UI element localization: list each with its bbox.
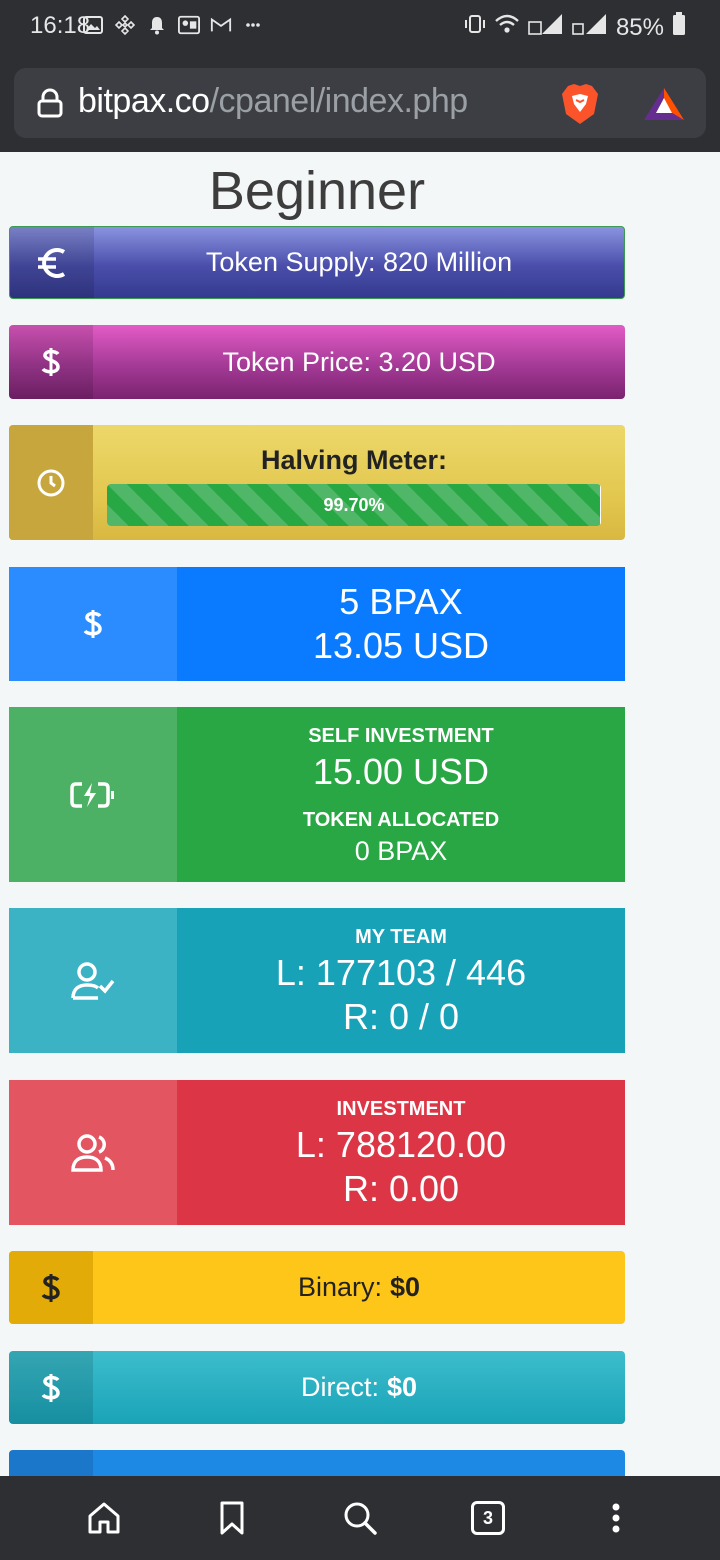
battery-charging-icon <box>9 707 177 882</box>
investment-right: R: 0.00 <box>342 1167 460 1209</box>
battery-text: 85% <box>615 13 664 41</box>
direct-text: Direct: $0 <box>93 1351 625 1424</box>
brave-shield-icon[interactable] <box>560 82 600 131</box>
bookmark-button[interactable] <box>202 1488 262 1548</box>
dollar-icon <box>9 567 177 681</box>
more-icon <box>242 14 264 36</box>
direct-label: Direct: <box>300 1372 379 1402</box>
sim-icon <box>178 14 200 36</box>
halving-progress-label: 99.70% <box>323 495 385 515</box>
browser-toolbar: bitpax.co/cpanel/index.php <box>0 54 720 152</box>
lock-icon <box>36 88 64 123</box>
my-team-values: MY TEAM L: 177103 / 446 R: 0 / 0 <box>177 908 625 1053</box>
euro-icon <box>10 227 94 298</box>
self-investment-heading: SELF INVESTMENT <box>308 724 494 747</box>
dollar-icon <box>9 325 93 399</box>
menu-button[interactable] <box>586 1488 646 1548</box>
system-icons: 85% <box>464 12 686 43</box>
user-check-icon <box>9 908 177 1053</box>
token-supply-label: Token Supply: 820 Million <box>205 247 513 277</box>
halving-title: Halving Meter: <box>260 445 448 475</box>
investment-values: INVESTMENT L: 788120.00 R: 0.00 <box>177 1080 625 1225</box>
users-icon <box>9 1080 177 1225</box>
wifi-icon <box>494 13 520 42</box>
search-button[interactable] <box>330 1488 390 1548</box>
my-team-left: L: 177103 / 446 <box>275 951 527 993</box>
gallery-icon <box>82 14 104 36</box>
signal-1-icon <box>528 12 564 43</box>
balance-usd: 13.05 USD <box>312 625 490 666</box>
tabs-button[interactable]: 3 <box>458 1488 518 1548</box>
signal-2-icon <box>572 12 608 43</box>
halving-content: Halving Meter: 99.70% <box>93 425 625 540</box>
url-text[interactable]: bitpax.co/cpanel/index.php <box>78 82 468 121</box>
search-icon <box>344 1502 377 1535</box>
url-path: /cpanel/index.php <box>209 82 469 120</box>
token-price-bar: Token Price: 3.20 USD <box>9 325 625 399</box>
balance-values: 5 BPAX 13.05 USD <box>177 567 625 681</box>
tabs-icon: 3 <box>471 1501 505 1535</box>
self-investment-box: SELF INVESTMENT 15.00 USD TOKEN ALLOCATE… <box>9 707 625 882</box>
my-team-box: MY TEAM L: 177103 / 446 R: 0 / 0 <box>9 908 625 1053</box>
token-supply-bar: Token Supply: 820 Million <box>9 226 625 299</box>
balance-bpax: 5 BPAX <box>339 581 463 622</box>
home-button[interactable] <box>74 1488 134 1548</box>
investment-heading: INVESTMENT <box>336 1097 466 1120</box>
investment-box: INVESTMENT L: 788120.00 R: 0.00 <box>9 1080 625 1225</box>
battery-icon <box>672 12 686 43</box>
balance-box: 5 BPAX 13.05 USD <box>9 567 625 681</box>
dollar-icon <box>9 1351 93 1424</box>
direct-value: $0 <box>386 1372 418 1402</box>
bell-icon <box>146 14 168 36</box>
direct-bar: Direct: $0 <box>9 1351 625 1424</box>
token-allocated-heading: TOKEN ALLOCATED <box>302 808 500 831</box>
token-price-label: Token Price: 3.20 USD <box>222 346 496 377</box>
tab-count: 3 <box>482 1507 493 1528</box>
my-team-heading: MY TEAM <box>355 925 447 948</box>
binary-bar: Binary: $0 <box>9 1251 625 1324</box>
page-title: Beginner <box>208 161 426 221</box>
token-allocated-value: 0 BPAX <box>354 835 448 866</box>
bookmark-icon <box>220 1501 244 1535</box>
gmail-icon <box>210 14 232 36</box>
home-icon <box>88 1502 120 1534</box>
binary-value: $0 <box>390 1272 421 1302</box>
binance-icon <box>114 14 136 36</box>
dollar-icon <box>9 1251 93 1324</box>
binary-text: Binary: $0 <box>93 1251 625 1324</box>
investment-left: L: 788120.00 <box>295 1123 507 1165</box>
binary-label: Binary: <box>297 1272 382 1302</box>
url-bar[interactable]: bitpax.co/cpanel/index.php <box>14 68 706 138</box>
status-bar: 16:18 85% <box>0 0 720 54</box>
self-investment-values: SELF INVESTMENT 15.00 USD TOKEN ALLOCATE… <box>177 707 625 882</box>
vibrate-icon <box>464 13 486 42</box>
my-team-right: R: 0 / 0 <box>342 995 460 1037</box>
halving-meter-bar: Halving Meter: 99.70% <box>9 425 625 540</box>
more-vertical-icon <box>612 1503 620 1533</box>
notification-icons <box>82 14 264 36</box>
url-domain: bitpax.co <box>78 82 210 120</box>
self-investment-value: 15.00 USD <box>312 750 490 792</box>
bat-rewards-icon[interactable] <box>642 86 686 127</box>
clock-icon <box>9 425 93 540</box>
halving-progress: 99.70% <box>107 484 601 526</box>
browser-bottom-nav: 3 <box>0 1476 720 1560</box>
